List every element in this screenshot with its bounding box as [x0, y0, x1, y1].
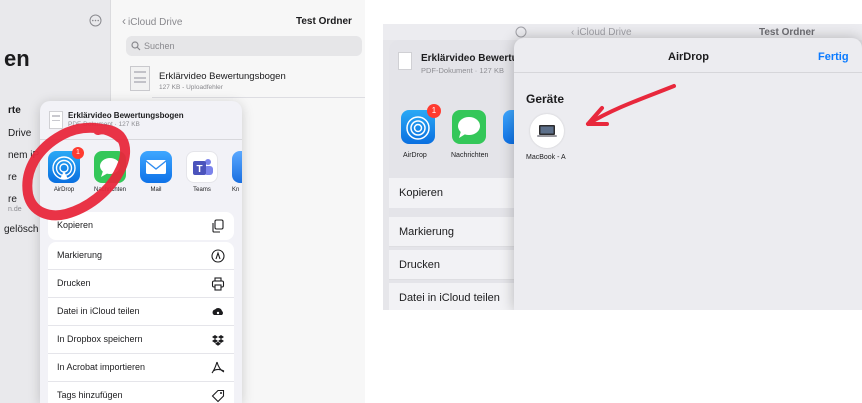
- ellipsis-circle-icon: [515, 26, 527, 38]
- app-label-keynote: Kn: [232, 187, 240, 193]
- share-file-name: Erklärvideo Bewertu: [421, 53, 518, 64]
- annotation-arrow: [586, 84, 676, 126]
- messages-icon: [458, 117, 480, 138]
- divider: [40, 139, 242, 140]
- app-label-messages: Nachrichten: [94, 187, 127, 193]
- airdrop-title: AirDrop: [668, 51, 709, 63]
- teams-app[interactable]: T: [186, 151, 218, 183]
- action-label: Datei in iCloud teilen: [57, 306, 140, 316]
- app-label-airdrop: AirDrop: [53, 187, 75, 193]
- action-print[interactable]: Drucken: [48, 270, 234, 298]
- share-file-name: Erklärvideo Bewertungsbogen: [68, 111, 184, 120]
- app-label-mail: Mail: [150, 187, 162, 193]
- left-screenshot: en rte Drive nem iP re re n.de gelösch ‹…: [0, 0, 365, 403]
- action-label: Markierung: [57, 250, 103, 260]
- printer-icon: [211, 277, 225, 291]
- action-label: In Acrobat importieren: [57, 362, 146, 372]
- app-label-messages: Nachrichten: [451, 152, 489, 159]
- action-group-2: Markierung Drucken Datei in iCloud teile…: [48, 242, 234, 403]
- mail-icon: [145, 160, 167, 174]
- action-dropbox[interactable]: In Dropbox speichern: [48, 326, 234, 354]
- app-row: 1 AirDrop Nachrichten Mail T Teams Kn: [40, 145, 242, 205]
- app-label-airdrop: AirDrop: [403, 152, 427, 159]
- device-macbook[interactable]: [530, 114, 564, 148]
- action-label: Datei in iCloud teilen: [399, 292, 500, 304]
- teams-icon: T: [193, 159, 213, 175]
- markup-icon: [211, 249, 225, 263]
- document-thumbnail: [398, 52, 412, 70]
- right-screenshot: ‹ iCloud Drive Test Ordner Erklärvideo B…: [383, 24, 862, 310]
- action-copy[interactable]: Kopieren: [389, 178, 514, 208]
- share-file-meta: PDF-Dokument · 127 KB: [421, 66, 504, 75]
- copy-icon: [212, 219, 224, 233]
- action-label: Markierung: [399, 226, 455, 238]
- messages-app[interactable]: [452, 110, 486, 144]
- action-label: Kopieren: [399, 187, 444, 199]
- document-thumbnail: [49, 111, 63, 129]
- back-button: ‹ iCloud Drive: [571, 27, 632, 38]
- messages-icon: [100, 158, 120, 177]
- badge: 1: [427, 104, 441, 118]
- tag-icon: [211, 389, 225, 403]
- action-label: Drucken: [399, 259, 440, 271]
- device-name: MacBook - A: [526, 154, 566, 161]
- done-button[interactable]: Fertig: [818, 51, 849, 63]
- action-label: Kopieren: [57, 220, 94, 230]
- action-copy[interactable]: Kopieren: [48, 212, 234, 240]
- airdrop-panel: AirDrop Fertig Geräte MacBook - A: [514, 38, 862, 310]
- laptop-icon: [537, 125, 557, 137]
- mail-app[interactable]: [140, 151, 172, 183]
- share-sheet: Erklärvideo Bewertungsbogen PDF-Dokument…: [40, 101, 242, 403]
- svg-text:T: T: [196, 164, 202, 175]
- messages-app[interactable]: [94, 151, 126, 183]
- dropbox-icon: [212, 335, 224, 346]
- keynote-app[interactable]: [232, 151, 242, 183]
- devices-section-title: Geräte: [526, 92, 565, 106]
- divider: [514, 72, 862, 73]
- action-label: Tags hinzufügen: [57, 390, 123, 400]
- app-label-teams: Teams: [193, 187, 211, 193]
- page-title: Test Ordner: [759, 27, 815, 38]
- action-print[interactable]: Drucken: [389, 250, 514, 280]
- action-label: In Dropbox speichern: [57, 334, 143, 344]
- action-label: Drucken: [57, 278, 91, 288]
- icloud-share-icon: [212, 307, 223, 315]
- action-markup[interactable]: Markierung: [389, 217, 514, 247]
- action-acrobat[interactable]: In Acrobat importieren: [48, 354, 234, 382]
- action-share-icloud[interactable]: Datei in iCloud teilen: [389, 283, 514, 310]
- action-markup[interactable]: Markierung: [48, 242, 234, 270]
- badge: 1: [72, 147, 84, 159]
- acrobat-icon: [211, 361, 225, 374]
- action-share-icloud[interactable]: Datei in iCloud teilen: [48, 298, 234, 326]
- action-group-1: Kopieren: [48, 212, 234, 240]
- action-tags[interactable]: Tags hinzufügen: [48, 382, 234, 403]
- share-file-meta: PDF-Dokument · 127 KB: [68, 121, 140, 128]
